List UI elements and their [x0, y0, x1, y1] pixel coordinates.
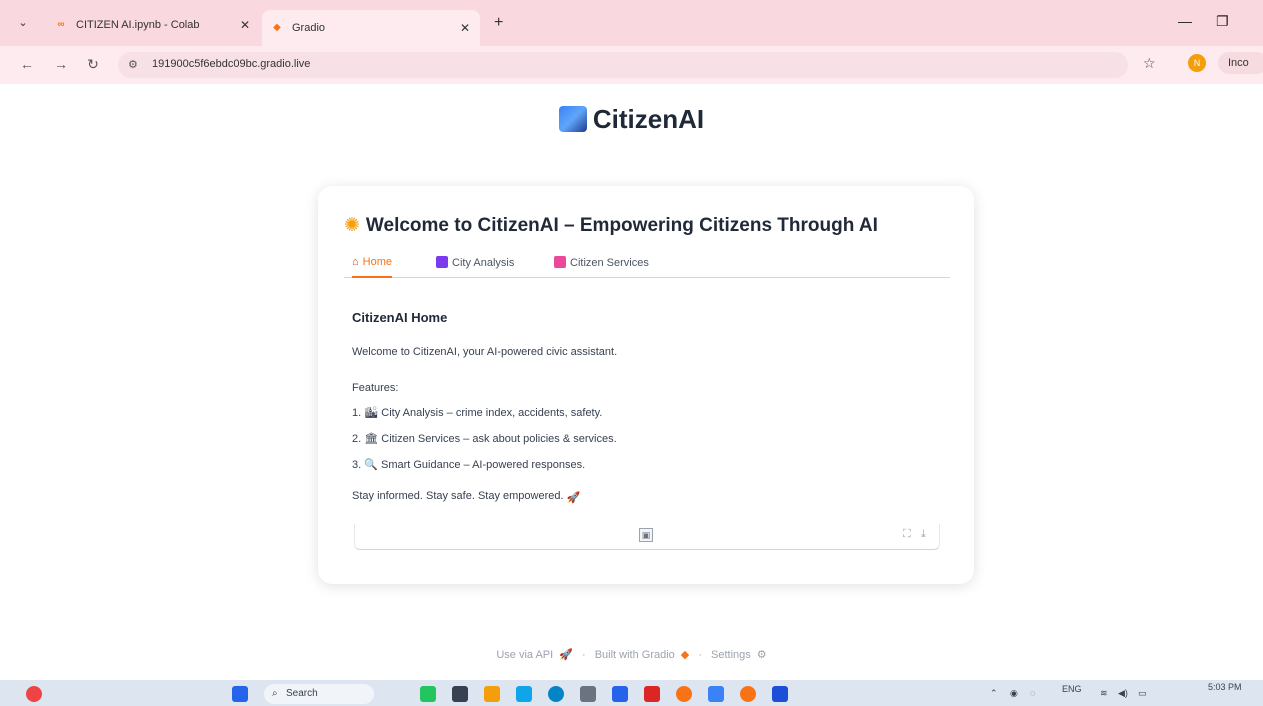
app-icon[interactable] — [612, 686, 628, 702]
taskbar-search[interactable]: ⌕ Search — [264, 684, 374, 704]
tray-icon[interactable]: ◌ — [1030, 688, 1035, 698]
tab-citizen-services[interactable]: Citizen Services — [554, 256, 649, 278]
tab-city-analysis[interactable]: City Analysis — [436, 256, 514, 278]
gradio-icon: ◆ — [273, 22, 281, 33]
colab-icon: ∞ — [57, 19, 65, 30]
windows-start-icon[interactable] — [232, 686, 248, 702]
feature-item: 1. 🏙 City Analysis – crime index, accide… — [352, 407, 603, 419]
store-icon[interactable] — [516, 686, 532, 702]
restore-button[interactable]: ❐ — [1216, 13, 1229, 30]
page-title-text: CitizenAI — [592, 104, 705, 134]
tab-label: Citizen Services — [570, 257, 649, 269]
tagline: Stay informed. Stay safe. Stay empowered… — [352, 490, 583, 504]
feature-item: 2. 🏛 Citizen Services – ask about polici… — [352, 433, 617, 445]
url-text: 191900c5f6ebdc09bc.gradio.live — [152, 58, 311, 70]
language-indicator[interactable]: ENG — [1062, 684, 1082, 694]
use-via-api-link[interactable]: Use via API — [496, 649, 553, 661]
forward-icon[interactable]: → — [52, 56, 70, 72]
services-icon — [554, 256, 566, 268]
built-with-gradio-link[interactable]: Built with Gradio — [595, 649, 675, 661]
app-icon[interactable] — [580, 686, 596, 702]
fullscreen-icon[interactable]: ⛶ — [903, 528, 911, 541]
windows-taskbar: ⌕ Search ⌃ ◉ ◌ ENG ≋ ◀) ▭ 5:03 PM — [0, 680, 1263, 706]
widgets-icon[interactable] — [420, 686, 436, 702]
back-icon[interactable]: ← — [18, 56, 36, 72]
download-icon[interactable]: ⤓ — [921, 528, 926, 541]
tab-title: CITIZEN AI.ipynb - Colab — [76, 19, 200, 31]
tray-icon[interactable]: ◉ — [1010, 688, 1018, 699]
feature-item: 3. 🔍 Smart Guidance – AI-powered respons… — [352, 459, 586, 471]
separator: · — [698, 649, 702, 661]
city-icon — [558, 106, 587, 132]
new-tab-button[interactable]: + — [494, 14, 503, 32]
battery-icon[interactable]: ▭ — [1138, 688, 1147, 699]
gear-icon: ⚙ — [756, 649, 767, 661]
sun-icon: ✺ — [344, 215, 360, 236]
word-icon[interactable] — [772, 686, 788, 702]
vscode-icon[interactable] — [708, 686, 724, 702]
close-tab-icon[interactable]: ✕ — [236, 18, 254, 32]
wifi-icon[interactable]: ≋ — [1100, 688, 1108, 699]
gmail-icon[interactable] — [644, 686, 660, 702]
volume-icon[interactable]: ◀) — [1118, 688, 1128, 699]
tab-search-icon[interactable]: ⌄ — [14, 14, 32, 32]
profile-avatar[interactable]: N — [1188, 54, 1206, 72]
broken-image-icon: ▣ — [639, 528, 653, 542]
task-view-icon[interactable] — [452, 686, 468, 702]
tray-chevron-icon[interactable]: ⌃ — [990, 688, 998, 699]
welcome-heading: ✺ Welcome to CitizenAI – Empowering Citiz… — [344, 214, 878, 237]
chrome-icon[interactable] — [676, 686, 692, 702]
image-output: ▣ ⛶ ⤓ — [354, 524, 940, 550]
site-info-icon[interactable]: ⚙ — [128, 58, 138, 71]
browser-tab-strip: ⌄ ∞ CITIZEN AI.ipynb - Colab ✕ ◆ Gradio … — [0, 0, 1263, 46]
rocket-icon: 🚀 — [559, 649, 573, 661]
browser-tab-gradio[interactable]: ◆ Gradio ✕ — [262, 10, 480, 46]
bookmark-star-icon[interactable]: ☆ — [1143, 55, 1156, 72]
browser-toolbar: ← → ↻ ⚙ 191900c5f6ebdc09bc.gradio.live — [0, 46, 1263, 84]
reload-icon[interactable]: ↻ — [84, 56, 102, 73]
gradio-icon: ◆ — [680, 649, 690, 661]
features-label: Features: — [352, 382, 399, 394]
weather-icon[interactable] — [26, 686, 42, 702]
page-title: CitizenAI — [0, 104, 1263, 135]
tab-label: City Analysis — [452, 257, 515, 269]
close-tab-icon[interactable]: ✕ — [456, 21, 474, 35]
tab-label: Home — [362, 256, 392, 268]
intro-text: Welcome to CitizenAI, your AI-powered ci… — [352, 346, 618, 358]
tagline-text: Stay informed. Stay safe. Stay empowered… — [352, 490, 564, 502]
file-explorer-icon[interactable] — [484, 686, 500, 702]
minimize-button[interactable]: — — [1178, 13, 1192, 29]
address-bar[interactable]: ⚙ 191900c5f6ebdc09bc.gradio.live — [118, 52, 1128, 78]
browser-tab-colab[interactable]: ∞ CITIZEN AI.ipynb - Colab ✕ — [46, 10, 260, 40]
incognito-pill[interactable]: Inco — [1218, 52, 1263, 74]
home-icon: ⌂ — [352, 256, 359, 268]
separator: · — [581, 649, 586, 661]
edge-icon[interactable] — [548, 686, 564, 702]
search-icon: ⌕ — [272, 688, 278, 699]
tab-bar: ⌂ Home City Analysis Citizen Services — [344, 252, 950, 278]
home-heading: CitizenAI Home — [352, 310, 448, 325]
rocket-icon: 🚀 — [566, 492, 581, 504]
clock[interactable]: 5:03 PM — [1208, 682, 1242, 692]
tab-home[interactable]: ⌂ Home — [352, 256, 392, 278]
tab-title: Gradio — [292, 22, 326, 34]
city-icon — [436, 256, 448, 268]
search-placeholder: Search — [286, 688, 318, 699]
gradio-footer: Use via API 🚀 · Built with Gradio ◆ · Sett… — [0, 648, 1263, 661]
main-card: ✺ Welcome to CitizenAI – Empowering Citiz… — [318, 186, 974, 584]
welcome-text: Welcome to CitizenAI – Empowering Citize… — [365, 215, 878, 236]
chrome-icon[interactable] — [740, 686, 756, 702]
settings-link[interactable]: Settings — [711, 649, 751, 661]
